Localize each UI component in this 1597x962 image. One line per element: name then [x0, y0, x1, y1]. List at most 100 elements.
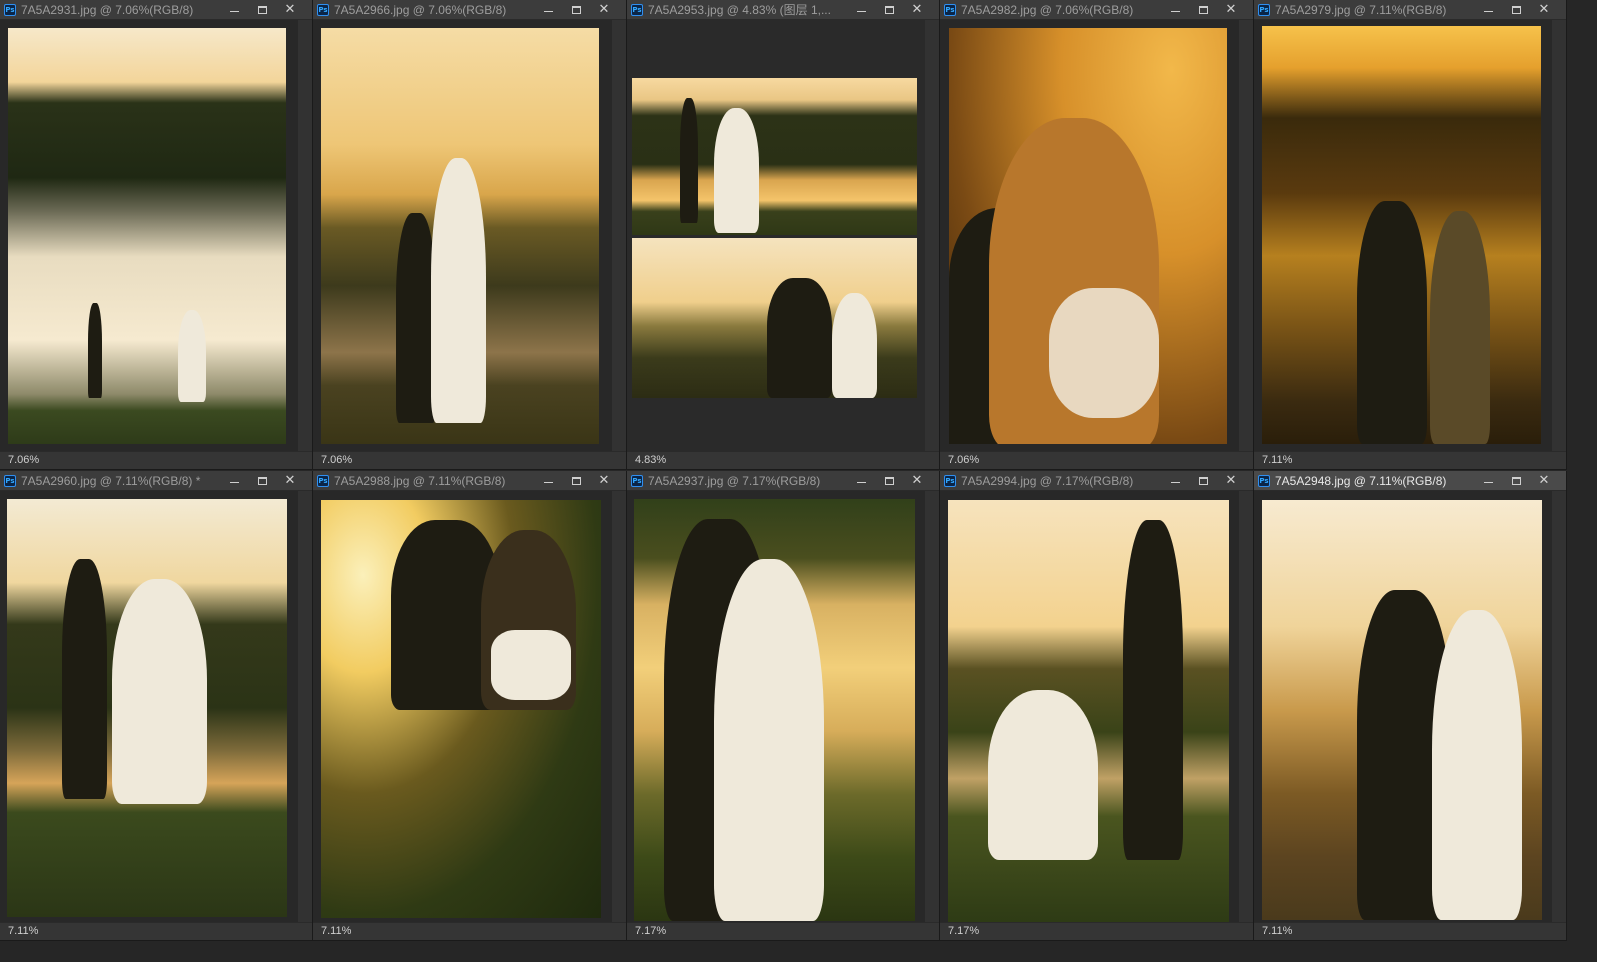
canvas-area[interactable]: [940, 491, 1253, 922]
window-titlebar[interactable]: Ps 7A5A2994.jpg @ 7.17%(RGB/8) ✕: [940, 471, 1253, 491]
vertical-scrollbar[interactable]: [298, 491, 312, 922]
vertical-scrollbar[interactable]: [925, 20, 939, 451]
zoom-status: 7.17%: [627, 922, 939, 940]
window-title: 7A5A2953.jpg @ 4.83% (图层 1,...: [648, 3, 831, 17]
document-window[interactable]: Ps 7A5A2960.jpg @ 7.11%(RGB/8) * ✕ 7.11%: [0, 471, 313, 941]
window-titlebar[interactable]: Ps 7A5A2988.jpg @ 7.11%(RGB/8) ✕: [313, 471, 626, 491]
close-icon[interactable]: ✕: [903, 472, 931, 490]
document-window[interactable]: Ps 7A5A2994.jpg @ 7.17%(RGB/8) ✕ 7.17%: [940, 471, 1254, 941]
close-icon[interactable]: ✕: [1217, 472, 1245, 490]
close-icon[interactable]: ✕: [903, 1, 931, 19]
window-title: 7A5A2988.jpg @ 7.11%(RGB/8): [334, 473, 506, 488]
canvas-area[interactable]: [0, 20, 312, 451]
ps-icon: Ps: [317, 3, 329, 16]
document-window[interactable]: Ps 7A5A2966.jpg @ 7.06%(RGB/8) ✕ 7.06%: [313, 0, 627, 470]
zoom-status: 7.17%: [940, 922, 1253, 940]
window-titlebar[interactable]: Ps 7A5A2982.jpg @ 7.06%(RGB/8) ✕: [940, 0, 1253, 20]
minimize-icon[interactable]: [220, 1, 248, 19]
vertical-scrollbar[interactable]: [1552, 491, 1566, 922]
maximize-icon[interactable]: [1189, 472, 1217, 490]
maximize-icon[interactable]: [248, 1, 276, 19]
minimize-icon[interactable]: [847, 1, 875, 19]
ps-icon: Ps: [944, 474, 956, 487]
maximize-icon[interactable]: [1189, 1, 1217, 19]
photo: [949, 28, 1227, 444]
document-window[interactable]: Ps 7A5A2937.jpg @ 7.17%(RGB/8) ✕ 7.17%: [627, 471, 940, 941]
window-titlebar[interactable]: Ps 7A5A2966.jpg @ 7.06%(RGB/8) ✕: [313, 0, 626, 20]
photo: [1262, 26, 1541, 444]
close-icon[interactable]: ✕: [276, 472, 304, 490]
photo: [321, 500, 601, 918]
window-titlebar[interactable]: Ps 7A5A2948.jpg @ 7.11%(RGB/8) ✕: [1254, 471, 1566, 491]
zoom-status: 7.06%: [313, 451, 626, 469]
document-window[interactable]: Ps 7A5A2979.jpg @ 7.11%(RGB/8) ✕ 7.11%: [1254, 0, 1567, 470]
window-titlebar[interactable]: Ps 7A5A2979.jpg @ 7.11%(RGB/8) ✕: [1254, 0, 1566, 20]
vertical-scrollbar[interactable]: [1552, 20, 1566, 451]
ps-icon: Ps: [631, 474, 643, 487]
canvas-area[interactable]: [313, 20, 626, 451]
zoom-status: 7.11%: [1254, 451, 1566, 469]
close-icon[interactable]: ✕: [1530, 1, 1558, 19]
maximize-icon[interactable]: [1502, 1, 1530, 19]
document-window-active[interactable]: Ps 7A5A2948.jpg @ 7.11%(RGB/8) ✕ 7.11%: [1254, 471, 1567, 941]
minimize-icon[interactable]: [847, 472, 875, 490]
close-icon[interactable]: ✕: [276, 1, 304, 19]
minimize-icon[interactable]: [1161, 1, 1189, 19]
canvas-area[interactable]: [1254, 491, 1566, 922]
maximize-icon[interactable]: [562, 472, 590, 490]
minimize-icon[interactable]: [1474, 1, 1502, 19]
maximize-icon[interactable]: [875, 472, 903, 490]
window-titlebar[interactable]: Ps 7A5A2937.jpg @ 7.17%(RGB/8) ✕: [627, 471, 939, 491]
close-icon[interactable]: ✕: [1217, 1, 1245, 19]
maximize-icon[interactable]: [562, 1, 590, 19]
minimize-icon[interactable]: [1161, 472, 1189, 490]
document-window[interactable]: Ps 7A5A2988.jpg @ 7.11%(RGB/8) ✕ 7.11%: [313, 471, 627, 941]
document-window[interactable]: Ps 7A5A2953.jpg @ 4.83% (图层 1,... ✕ 4.83…: [627, 0, 940, 470]
window-title: 7A5A2960.jpg @ 7.11%(RGB/8) *: [21, 473, 201, 488]
zoom-status: 7.11%: [313, 922, 626, 940]
photo-bottom: [632, 238, 917, 398]
close-icon[interactable]: ✕: [1530, 472, 1558, 490]
maximize-icon[interactable]: [875, 1, 903, 19]
minimize-icon[interactable]: [534, 1, 562, 19]
maximize-icon[interactable]: [1502, 472, 1530, 490]
vertical-scrollbar[interactable]: [925, 491, 939, 922]
vertical-scrollbar[interactable]: [612, 20, 626, 451]
window-titlebar[interactable]: Ps 7A5A2953.jpg @ 4.83% (图层 1,... ✕: [627, 0, 939, 20]
zoom-status: 4.83%: [627, 451, 939, 469]
canvas-area[interactable]: [1254, 20, 1566, 451]
photo-top: [632, 78, 917, 235]
canvas-area[interactable]: [940, 20, 1253, 451]
photo: [634, 499, 915, 921]
minimize-icon[interactable]: [534, 472, 562, 490]
canvas-area[interactable]: [627, 20, 939, 451]
ps-icon: Ps: [317, 474, 329, 487]
document-window[interactable]: Ps 7A5A2931.jpg @ 7.06%(RGB/8) ✕ 7.06%: [0, 0, 313, 470]
vertical-scrollbar[interactable]: [1239, 491, 1253, 922]
canvas-area[interactable]: [627, 491, 939, 922]
canvas-area[interactable]: [313, 491, 626, 922]
canvas-area[interactable]: [0, 491, 312, 922]
window-titlebar[interactable]: Ps 7A5A2960.jpg @ 7.11%(RGB/8) * ✕: [0, 471, 312, 491]
ps-icon: Ps: [944, 3, 956, 16]
close-icon[interactable]: ✕: [590, 1, 618, 19]
document-window[interactable]: Ps 7A5A2982.jpg @ 7.06%(RGB/8) ✕ 7.06%: [940, 0, 1254, 470]
window-title: 7A5A2982.jpg @ 7.06%(RGB/8): [961, 2, 1134, 17]
window-title: 7A5A2937.jpg @ 7.17%(RGB/8): [648, 473, 821, 488]
ps-icon: Ps: [4, 3, 16, 16]
photo: [7, 499, 287, 917]
vertical-scrollbar[interactable]: [298, 20, 312, 451]
zoom-status: 7.06%: [940, 451, 1253, 469]
zoom-status: 7.06%: [0, 451, 312, 469]
window-titlebar[interactable]: Ps 7A5A2931.jpg @ 7.06%(RGB/8) ✕: [0, 0, 312, 20]
ps-icon: Ps: [631, 3, 643, 16]
vertical-scrollbar[interactable]: [1239, 20, 1253, 451]
maximize-icon[interactable]: [248, 472, 276, 490]
close-icon[interactable]: ✕: [590, 472, 618, 490]
minimize-icon[interactable]: [1474, 472, 1502, 490]
zoom-status: 7.11%: [1254, 922, 1566, 940]
photo: [321, 28, 599, 444]
ps-icon: Ps: [1258, 3, 1270, 16]
vertical-scrollbar[interactable]: [612, 491, 626, 922]
minimize-icon[interactable]: [220, 472, 248, 490]
